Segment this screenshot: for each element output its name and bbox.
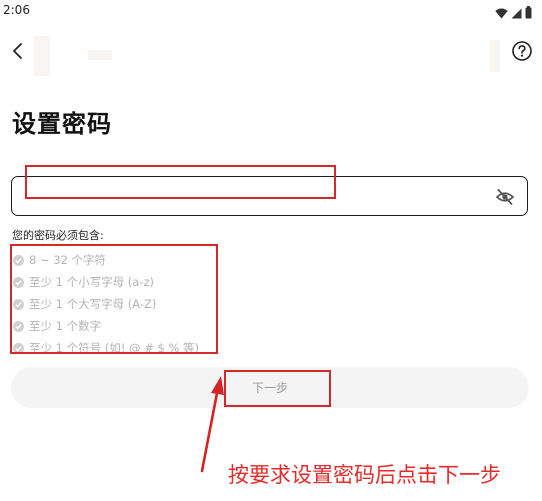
- wifi-icon: [495, 4, 508, 23]
- annotation-caption: 按要求设置密码后点击下一步: [228, 463, 501, 487]
- back-button[interactable]: [7, 40, 29, 62]
- faint-decoration: [34, 36, 50, 76]
- battery-icon: [525, 4, 532, 23]
- annotation-box-password: [25, 165, 336, 199]
- faint-decoration: [490, 40, 500, 72]
- back-chevron-icon: [13, 43, 22, 59]
- faint-decoration: [88, 50, 112, 60]
- help-icon: [512, 41, 532, 61]
- annotation-box-next: [224, 370, 331, 407]
- page-title: 设置密码: [12, 110, 112, 138]
- signal-icon: [511, 4, 522, 23]
- nav-bar: [0, 26, 542, 78]
- help-button[interactable]: [511, 40, 533, 62]
- eye-off-icon: [495, 189, 515, 205]
- toggle-visibility-button[interactable]: [495, 187, 515, 207]
- annotation-arrow-icon: [200, 376, 224, 473]
- annotation-box-requirements: [10, 244, 218, 354]
- status-bar: 2:06: [0, 0, 542, 22]
- requirements-heading: 您的密码必须包含:: [12, 229, 104, 242]
- status-time: 2:06: [3, 3, 30, 17]
- status-icons: [495, 4, 532, 23]
